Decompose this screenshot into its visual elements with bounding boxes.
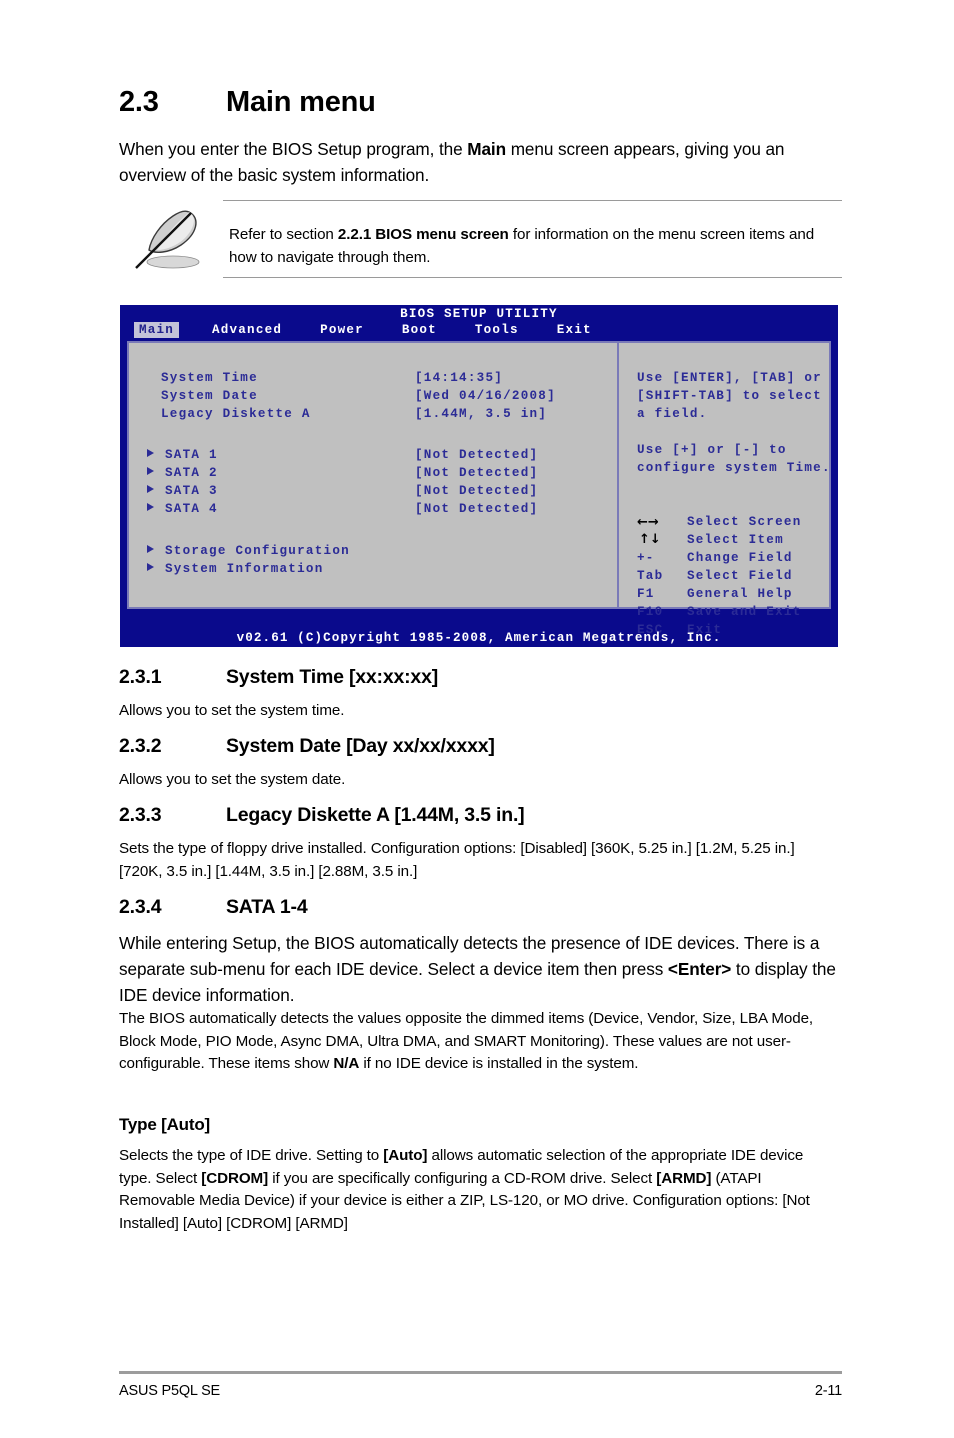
- bios-menu-bar: Main Advanced Power Boot Tools Exit: [134, 321, 625, 338]
- bios-device-label-sata-2[interactable]: SATA 2: [165, 466, 218, 480]
- bios-help-line-1: Use [ENTER], [TAB] or: [637, 371, 822, 385]
- bios-device-label-sata-3[interactable]: SATA 3: [165, 484, 218, 498]
- feather-pen-icon: [127, 204, 215, 274]
- bios-utility-title: BIOS SETUP UTILITY: [400, 307, 558, 321]
- submenu-arrow-icon-sata-2: [147, 466, 154, 480]
- footer-product-name: ASUS P5QL SE: [119, 1383, 221, 1399]
- note-text: Refer to section 2.2.1 BIOS menu screen …: [229, 226, 815, 266]
- bios-legend-key-plus-minus: +-: [637, 551, 655, 565]
- bios-device-value-sata-3: [Not Detected]: [415, 484, 539, 498]
- bios-legend-action-change-field: Change Field: [687, 551, 793, 565]
- bios-content-frame: System Time [14:14:35] System Date [Wed …: [127, 341, 831, 637]
- heading-title-2-3-3: Legacy Diskette A [1.44M, 3.5 in.]: [226, 804, 525, 826]
- body-2-3-4-large: While entering Setup, the BIOS automatic…: [119, 933, 836, 1005]
- bios-legend-action-select-field: Select Field: [687, 569, 793, 583]
- bios-submenu-system-information[interactable]: System Information: [165, 562, 324, 576]
- bios-setting-label-system-date[interactable]: System Date: [161, 389, 258, 403]
- bios-setting-value-legacy-diskette-a[interactable]: [1.44M, 3.5 in]: [415, 407, 547, 421]
- bios-help-line-3: a field.: [637, 407, 708, 421]
- bios-setting-label-system-time[interactable]: System Time: [161, 371, 258, 385]
- body-2-3-4-small: The BIOS automatically detects the value…: [119, 1010, 814, 1072]
- body-2-3-2: Allows you to set the system date.: [119, 771, 346, 788]
- footer-page-number: 2-11: [814, 1383, 842, 1399]
- bios-legend-action-general-help: General Help: [687, 587, 793, 601]
- heading-2-3-4: 2.3.4 SATA 1-4: [119, 896, 308, 919]
- bios-tab-boot[interactable]: Boot: [397, 322, 442, 338]
- bios-setup-screenshot: BIOS SETUP UTILITY Main Advanced Power B…: [120, 305, 838, 647]
- heading-2-3-3: 2.3.3 Legacy Diskette A [1.44M, 3.5 in.]: [119, 804, 525, 827]
- heading-title-2-3-1: System Time [xx:xx:xx]: [226, 666, 439, 688]
- bios-legend-action-select-screen: Select Screen: [687, 515, 802, 529]
- bios-settings-panel: System Time [14:14:35] System Date [Wed …: [129, 343, 619, 607]
- bios-legend-action-save-and-exit: Save and Exit: [687, 605, 802, 619]
- body-2-3-1: Allows you to set the system time.: [119, 702, 345, 719]
- heading-number-2-3-2: 2.3.2: [119, 735, 162, 757]
- heading-title-2-3-2: System Date [Day xx/xx/xxxx]: [226, 735, 495, 757]
- left-right-arrow-icon: ←→: [637, 515, 659, 530]
- bios-tab-exit[interactable]: Exit: [552, 322, 597, 338]
- bios-setting-value-system-date[interactable]: [Wed 04/16/2008]: [415, 389, 556, 403]
- heading-2-3-2: 2.3.2 System Date [Day xx/xx/xxxx]: [119, 735, 495, 758]
- submenu-arrow-icon-system-information: [147, 562, 154, 576]
- bios-legend-action-select-item: Select Item: [687, 533, 784, 547]
- heading-number-2-3-1: 2.3.1: [119, 666, 162, 688]
- bios-device-value-sata-4: [Not Detected]: [415, 502, 539, 516]
- heading-type-auto: Type [Auto]: [119, 1115, 210, 1134]
- heading-title-2-3-4: SATA 1-4: [226, 896, 308, 918]
- bios-help-panel: Use [ENTER], [TAB] or [SHIFT-TAB] to sel…: [619, 343, 831, 637]
- body-type-auto: Selects the type of IDE drive. Setting t…: [119, 1147, 810, 1232]
- bios-legend-key-f1: F1: [637, 587, 655, 601]
- bios-help-line-5: configure system Time.: [637, 461, 831, 475]
- bios-device-value-sata-1: [Not Detected]: [415, 448, 539, 462]
- submenu-arrow-icon-sata-4: [147, 502, 154, 516]
- intro-paragraph: When you enter the BIOS Setup program, t…: [119, 139, 785, 185]
- bios-setting-value-system-time[interactable]: [14:14:35]: [415, 371, 503, 385]
- bios-device-label-sata-4[interactable]: SATA 4: [165, 502, 218, 516]
- footer-divider: [119, 1371, 842, 1374]
- bios-device-label-sata-1[interactable]: SATA 1: [165, 448, 218, 462]
- heading-2-3-1: 2.3.1 System Time [xx:xx:xx]: [119, 666, 438, 689]
- bios-copyright-bar: v02.61 (C)Copyright 1985-2008, American …: [236, 631, 722, 645]
- bios-tab-power[interactable]: Power: [315, 322, 369, 338]
- bios-tab-tools[interactable]: Tools: [470, 322, 524, 338]
- bios-submenu-storage-configuration[interactable]: Storage Configuration: [165, 544, 350, 558]
- section-title: Main menu: [226, 86, 376, 118]
- note-callout: Refer to section 2.2.1 BIOS menu screen …: [119, 200, 842, 278]
- bios-legend-key-tab: Tab: [637, 569, 664, 583]
- bios-device-value-sata-2: [Not Detected]: [415, 466, 539, 480]
- bios-help-line-2: [SHIFT-TAB] to select: [637, 389, 822, 403]
- bios-setting-label-legacy-diskette-a[interactable]: Legacy Diskette A: [161, 407, 311, 421]
- heading-number-2-3-3: 2.3.3: [119, 804, 162, 826]
- bios-help-line-4: Use [+] or [-] to: [637, 443, 787, 457]
- bios-tab-advanced[interactable]: Advanced: [207, 322, 287, 338]
- bios-legend-key-f10: F10: [637, 605, 664, 619]
- document-page: 2.3 Main menu When you enter the BIOS Set…: [0, 0, 954, 1438]
- section-number: 2.3: [119, 86, 159, 118]
- heading-number-2-3-4: 2.3.4: [119, 896, 162, 918]
- submenu-arrow-icon-sata-3: [147, 484, 154, 498]
- up-down-arrow-icon: ↑↓: [639, 532, 661, 547]
- page-title: 2.3 Main menu: [119, 86, 376, 119]
- submenu-arrow-icon-storage-configuration: [147, 544, 154, 558]
- note-body: Refer to section 2.2.1 BIOS menu screen …: [223, 200, 842, 278]
- body-2-3-3: Sets the type of floppy drive installed.…: [119, 840, 795, 880]
- bios-tab-main[interactable]: Main: [134, 321, 180, 338]
- submenu-arrow-icon-sata-1: [147, 448, 154, 462]
